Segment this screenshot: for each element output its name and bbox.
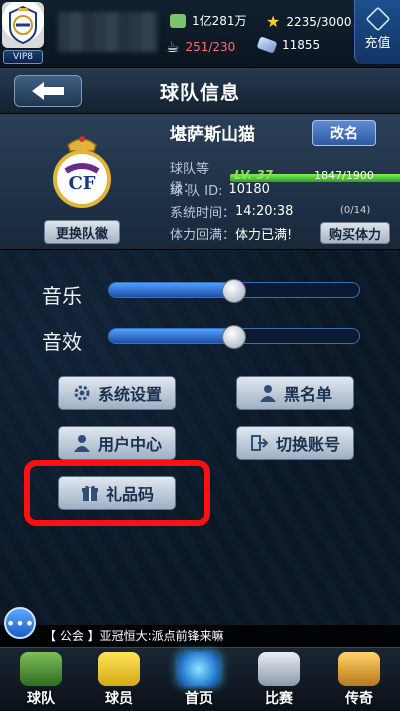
home-ball-icon	[178, 652, 220, 686]
music-slider-knob[interactable]	[222, 279, 246, 303]
exp-value: 1847/1900	[314, 169, 374, 182]
chat-button[interactable]: •••	[4, 607, 36, 639]
sfx-label: 音效	[42, 330, 82, 354]
energy-label: 体力回满：	[170, 228, 236, 243]
coffee-value: 251/230	[185, 40, 236, 54]
nav-players[interactable]: 球员	[80, 648, 158, 711]
back-arrow-icon	[32, 82, 64, 100]
chat-message: 【 公会 】亚冠恒大:派点前锋来嘛	[44, 629, 224, 643]
nav-legend-label: 传奇	[345, 691, 373, 707]
music-slider[interactable]	[108, 279, 360, 303]
sfx-slider-knob[interactable]	[222, 325, 246, 349]
gear-icon	[72, 383, 92, 403]
stars-resource: ★ 2235/3000	[266, 12, 351, 31]
real-madrid-crest-icon: CF	[53, 136, 111, 208]
title-bar: 球队信息	[0, 68, 400, 114]
money-resource: 1亿281万	[170, 12, 247, 29]
team-name: 堪萨斯山猫	[170, 125, 255, 145]
money-value: 1亿281万	[192, 14, 247, 28]
energy-count: (0/14)	[340, 205, 371, 216]
player-avatar[interactable]	[2, 2, 44, 48]
nav-match[interactable]: 比赛	[240, 648, 318, 711]
energy-row: 体力回满： 体力已满!	[170, 224, 292, 243]
back-button[interactable]	[14, 75, 82, 107]
person-icon	[258, 383, 278, 403]
whistle-icon	[258, 652, 300, 686]
gift-code-highlight	[24, 460, 210, 526]
system-time-value: 14:20:38	[235, 204, 294, 219]
star-icon: ★	[266, 12, 281, 31]
team-info-panel: CF 更换队徽 堪萨斯山猫 改名 球队等级： LV. 37 1847/1900 …	[0, 114, 400, 250]
gem-resource: 11855	[256, 36, 321, 54]
blurred-player-name	[58, 12, 158, 52]
nav-team-label: 球队	[27, 691, 55, 707]
pitch-icon	[20, 652, 62, 686]
jersey-icon	[98, 652, 140, 686]
nav-home[interactable]: 首页	[160, 648, 238, 711]
chat-bubble-icon: •••	[5, 613, 35, 633]
team-id-value: 10180	[228, 182, 270, 197]
team-id-label: 球 队 ID:	[170, 184, 223, 199]
nav-legend[interactable]: 传奇	[320, 648, 398, 711]
coffee-resource: ☕ 251/230	[166, 38, 235, 56]
system-settings-button[interactable]: 系统设置	[58, 376, 176, 410]
rename-button[interactable]: 改名	[312, 120, 376, 146]
change-crest-button[interactable]: 更换队徽	[44, 220, 120, 244]
system-settings-label: 系统设置	[97, 385, 162, 404]
coffee-icon: ☕	[166, 38, 180, 56]
blacklist-button[interactable]: 黑名单	[236, 376, 354, 410]
switch-account-button[interactable]: 切换账号	[236, 426, 354, 460]
bottom-nav: 球队 球员 首页 比赛 传奇	[0, 647, 400, 711]
recharge-label: 充值	[364, 36, 391, 51]
stars-value: 2235/3000	[286, 14, 352, 29]
buy-energy-button[interactable]: 购买体力	[320, 222, 390, 244]
nav-match-label: 比赛	[265, 691, 293, 707]
nav-players-label: 球员	[105, 691, 133, 707]
team-id-row: 球 队 ID: 10180	[170, 180, 270, 199]
top-status-bar: VIP8 1亿281万 ★ 2235/3000 ☕ 251/230 11855 …	[0, 0, 400, 68]
diamond-icon	[365, 6, 390, 32]
team-crest: CF	[50, 130, 114, 212]
sfx-slider[interactable]	[108, 325, 360, 349]
vip-badge: VIP8	[3, 50, 43, 64]
user-center-button[interactable]: 用户中心	[58, 426, 176, 460]
gem-icon	[256, 36, 278, 54]
user-center-label: 用户中心	[97, 435, 162, 454]
energy-value: 体力已满!	[235, 228, 293, 243]
chat-ticker[interactable]: 【 公会 】亚冠恒大:派点前锋来嘛	[0, 625, 400, 647]
system-time-row: 系统时间： 14:20:38	[170, 202, 293, 221]
nav-home-label: 首页	[185, 691, 213, 707]
blacklist-label: 黑名单	[283, 385, 332, 404]
money-icon	[170, 13, 186, 28]
user-icon	[72, 433, 92, 453]
sfx-slider-fill	[109, 329, 234, 343]
nav-team[interactable]: 球队	[2, 648, 80, 711]
recharge-button[interactable]: 充值	[354, 0, 400, 64]
team-crest-icon	[9, 5, 37, 45]
switch-account-label: 切换账号	[275, 435, 340, 454]
music-label: 音乐	[42, 284, 82, 308]
gem-value: 11855	[282, 38, 321, 52]
music-slider-fill	[109, 283, 234, 297]
svg-text:CF: CF	[68, 173, 95, 194]
logout-icon	[250, 433, 270, 453]
system-time-label: 系统时间：	[170, 206, 236, 221]
trophy-icon	[338, 652, 380, 686]
